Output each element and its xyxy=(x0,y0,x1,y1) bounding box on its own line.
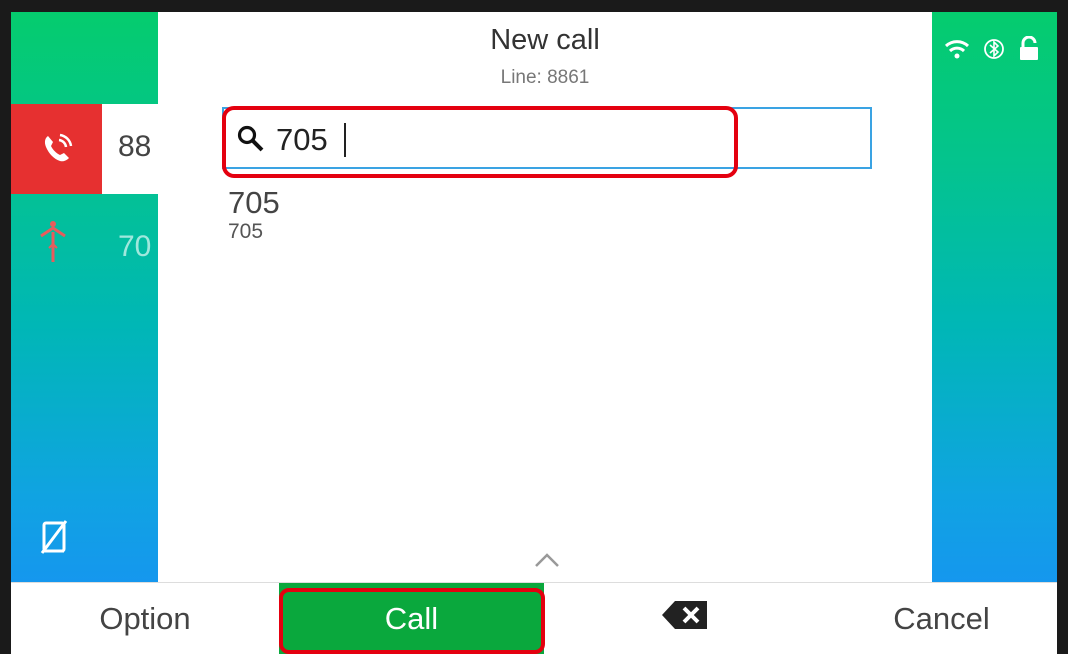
line-panel: 88 70 xyxy=(11,12,158,582)
status-icons xyxy=(944,35,1040,67)
line-key-active[interactable]: 88 xyxy=(11,104,158,194)
call-transfer-icon xyxy=(39,218,67,271)
phone-muted-icon[interactable] xyxy=(39,520,71,561)
new-call-screen: New call Line: 8861 705 705 xyxy=(158,12,932,582)
line-key-2[interactable]: 70 xyxy=(11,204,158,284)
device-frame-top xyxy=(0,0,1068,12)
search-icon xyxy=(236,124,266,159)
device-frame-left xyxy=(0,0,11,654)
backspace-button[interactable] xyxy=(544,583,826,654)
phone-ringing-icon xyxy=(11,104,102,194)
text-caret xyxy=(344,123,346,157)
line-label-active: 88 xyxy=(118,130,152,163)
result-name: 705 xyxy=(228,185,280,220)
chevron-up-icon[interactable] xyxy=(534,552,560,573)
softkey-bar: Option Call Cancel xyxy=(11,582,1057,654)
search-input[interactable] xyxy=(276,121,856,159)
search-result-item[interactable]: 705 705 xyxy=(228,186,528,244)
status-panel xyxy=(932,12,1057,582)
search-field[interactable] xyxy=(222,107,872,169)
call-button[interactable]: Call xyxy=(279,583,544,654)
page-title: New call xyxy=(490,24,600,56)
device-frame-right xyxy=(1057,0,1068,654)
result-number: 705 xyxy=(228,220,264,243)
line-label-2: 70 xyxy=(118,230,152,263)
cancel-button[interactable]: Cancel xyxy=(826,583,1057,654)
option-button[interactable]: Option xyxy=(11,583,279,654)
backspace-icon xyxy=(661,600,709,638)
unlocked-icon xyxy=(1018,35,1040,67)
wifi-icon xyxy=(944,38,970,65)
bluetooth-icon xyxy=(984,37,1004,66)
line-subtitle: Line: 8861 xyxy=(500,67,590,88)
